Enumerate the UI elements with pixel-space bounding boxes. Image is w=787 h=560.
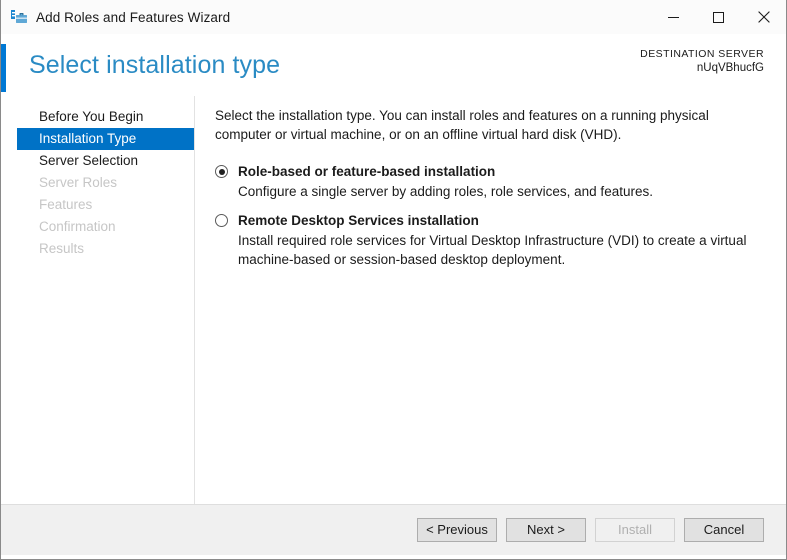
window-controls — [651, 0, 786, 34]
option-role-based-head[interactable]: Role-based or feature-based installation — [215, 162, 768, 181]
nav-item-server-roles: Server Roles — [39, 175, 118, 190]
page-header: Select installation type DESTINATION SER… — [1, 34, 786, 96]
option-remote-desktop[interactable]: Remote Desktop Services installation Ins… — [215, 211, 768, 269]
nav-item-results: Results — [39, 241, 85, 256]
option-remote-desktop-label: Remote Desktop Services installation — [238, 213, 479, 228]
option-remote-desktop-head[interactable]: Remote Desktop Services installation — [215, 211, 768, 230]
page-title: Select installation type — [29, 50, 281, 79]
window-title: Add Roles and Features Wizard — [36, 9, 231, 25]
destination-server-name: nUqVBhucfG — [696, 62, 764, 75]
nav-item-server-selection[interactable]: Server Selection — [17, 150, 193, 172]
wizard-content: Select the installation type. You can in… — [195, 96, 786, 504]
minimize-icon — [668, 16, 679, 18]
destination-server-block: DESTINATION SERVER nUqVBhucfG — [640, 47, 764, 77]
minimize-button[interactable] — [651, 0, 696, 34]
close-icon — [757, 11, 770, 23]
option-role-based-label: Role-based or feature-based installation — [238, 164, 496, 179]
status-bar — [1, 555, 786, 559]
install-button: Install — [595, 518, 675, 542]
radio-remote-desktop[interactable] — [215, 214, 228, 227]
wizard-window: Add Roles and Features Wizard Select ins… — [0, 0, 787, 560]
wizard-toolbox-icon — [10, 8, 28, 26]
intro-text: Select the installation type. You can in… — [215, 108, 709, 142]
previous-button[interactable]: < Previous — [417, 518, 497, 542]
maximize-button[interactable] — [696, 0, 741, 34]
nav-item-features: Features — [39, 197, 93, 212]
nav-item-installation-type[interactable]: Installation Type — [17, 128, 194, 150]
close-button[interactable] — [741, 0, 786, 34]
option-role-based[interactable]: Role-based or feature-based installation… — [215, 162, 768, 201]
destination-server-label: DESTINATION SERVER — [640, 48, 764, 60]
radio-role-based[interactable] — [215, 165, 228, 178]
option-remote-desktop-description: Install required role services for Virtu… — [238, 233, 747, 267]
title-bar: Add Roles and Features Wizard — [1, 0, 786, 34]
maximize-icon — [713, 11, 724, 23]
next-button[interactable]: Next > — [506, 518, 586, 542]
wizard-body: Before You Begin Installation Type Serve… — [1, 96, 786, 504]
header-accent-bar — [1, 44, 6, 92]
wizard-footer: < Previous Next > Install Cancel — [1, 505, 786, 555]
cancel-button[interactable]: Cancel — [684, 518, 764, 542]
option-role-based-description: Configure a single server by adding role… — [238, 184, 653, 199]
nav-item-before-you-begin[interactable]: Before You Begin — [17, 106, 193, 128]
wizard-nav: Before You Begin Installation Type Serve… — [1, 96, 195, 504]
nav-item-confirmation: Confirmation — [39, 219, 116, 234]
